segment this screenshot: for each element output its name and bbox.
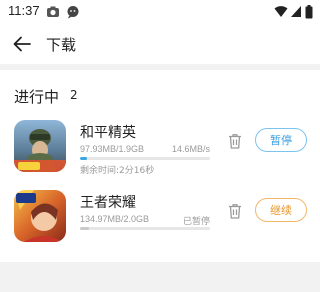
- resume-button[interactable]: 继续: [255, 198, 307, 222]
- download-size: 134.97MB/2.0GB: [80, 214, 150, 224]
- wifi-icon: [274, 5, 288, 18]
- chat-icon: [66, 5, 80, 19]
- delete-button[interactable]: [226, 202, 244, 220]
- page-title: 下载: [46, 36, 77, 54]
- progress-bar: [80, 227, 210, 230]
- progress-bar: [80, 157, 210, 160]
- download-size: 97.93MB/1.9GB: [80, 144, 145, 154]
- trash-icon: [229, 204, 241, 219]
- pause-button[interactable]: 暂停: [255, 128, 307, 152]
- honor-of-kings-app-icon: [14, 190, 66, 242]
- peace-elite-app-icon: [14, 120, 66, 172]
- status-bar: 11:37: [0, 0, 320, 24]
- back-button[interactable]: [8, 30, 36, 58]
- section-title: 进行中: [14, 88, 60, 106]
- remaining-time: 剩余时间:2分16秒: [80, 166, 155, 176]
- delete-button[interactable]: [226, 132, 244, 150]
- trash-icon: [229, 134, 241, 149]
- arrow-left-icon: [13, 36, 31, 52]
- signal-icon: [290, 5, 302, 18]
- battery-icon: [305, 5, 313, 19]
- progress-fill: [80, 157, 87, 160]
- section-count-badge: 2: [70, 88, 78, 102]
- downloads-panel: 进行中 2 和平精英 97.93MB/1.9GB 14.6MB/s 剩余时间:2…: [0, 70, 320, 262]
- progress-fill: [80, 227, 89, 230]
- download-speed: 14.6MB/s: [171, 144, 210, 154]
- app-bar: 下载: [0, 24, 320, 64]
- app-name: 王者荣耀: [80, 195, 136, 211]
- download-status: 已暂停: [182, 216, 210, 226]
- download-item[interactable]: 和平精英 97.93MB/1.9GB 14.6MB/s 剩余时间:2分16秒 暂…: [0, 120, 320, 182]
- status-time: 11:37: [8, 3, 40, 18]
- app-name: 和平精英: [80, 125, 136, 141]
- camera-icon: [46, 5, 60, 19]
- download-item[interactable]: 王者荣耀 134.97MB/2.0GB 已暂停 继续: [0, 190, 320, 252]
